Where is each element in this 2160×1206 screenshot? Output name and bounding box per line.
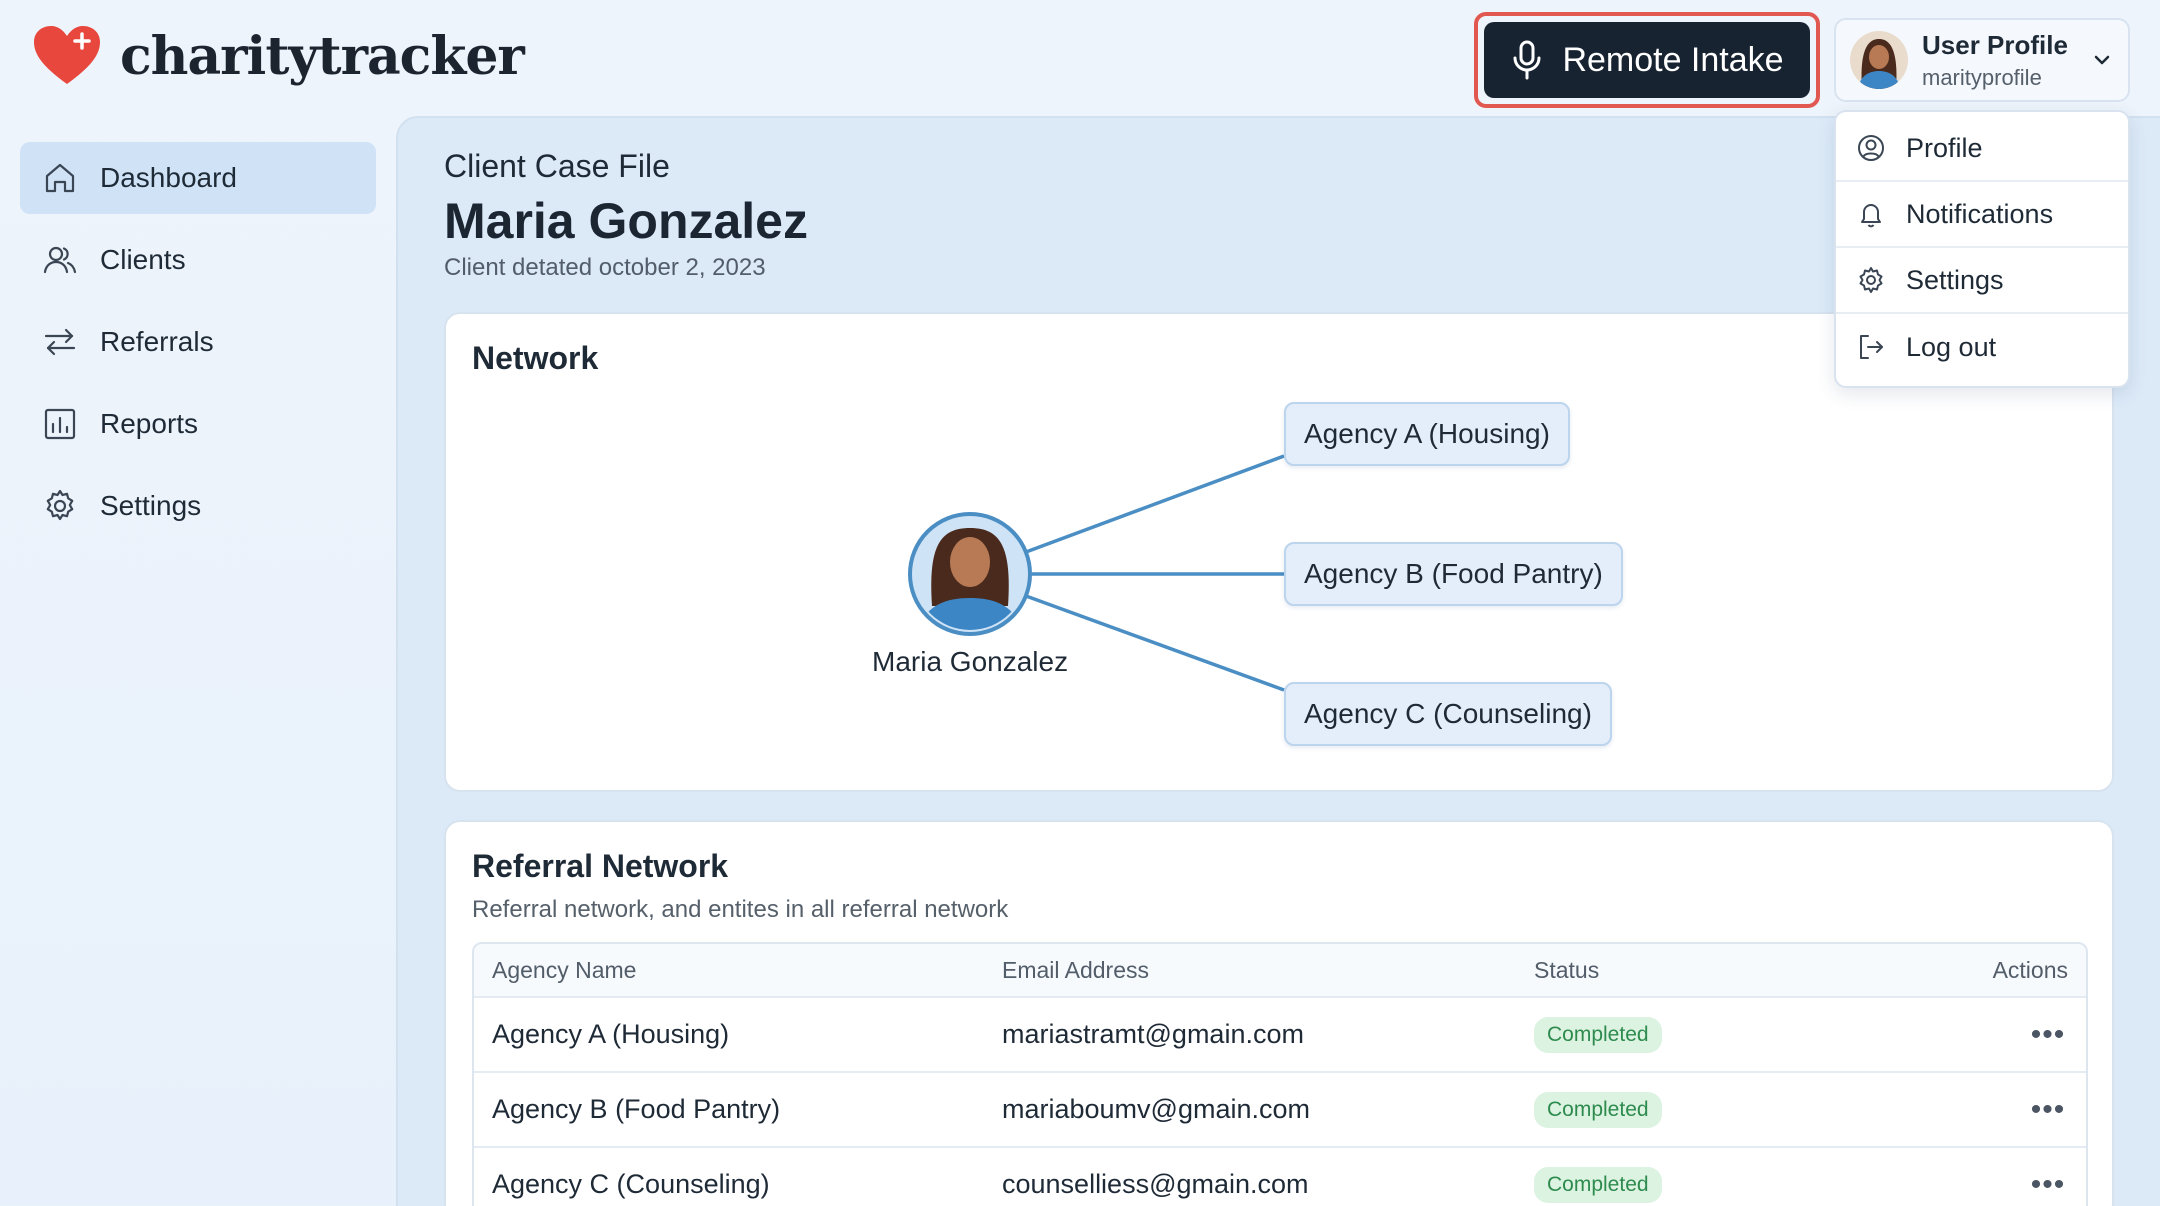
sidebar-item-label: Settings xyxy=(100,490,202,521)
menu-item-label: Settings xyxy=(1906,264,2004,295)
menu-item-profile[interactable]: Profile xyxy=(1836,116,2128,182)
app-logo[interactable]: charitytracker xyxy=(32,24,525,88)
user-profile-button[interactable]: User Profile marityprofile xyxy=(1834,18,2130,102)
column-header-status[interactable]: Status xyxy=(1534,957,1924,984)
menu-item-label: Notifications xyxy=(1906,198,2054,229)
user-circle-icon xyxy=(1858,135,1884,161)
email-cell: counselliess@gmain.com xyxy=(1002,1169,1309,1199)
agency-cell: Agency C (Counseling) xyxy=(492,1169,770,1199)
sidebar-item-label: Clients xyxy=(100,244,186,275)
avatar xyxy=(1850,31,1908,89)
chevron-down-icon xyxy=(2094,55,2110,65)
table-header: Agency Name Email Address Status Actions xyxy=(474,944,2086,998)
bell-icon xyxy=(1861,204,1881,228)
sidebar-item-label: Reports xyxy=(100,408,199,439)
client-node-label: Maria Gonzalez xyxy=(872,646,1069,677)
email-cell: mariabоumv@gmain.com xyxy=(1002,1094,1311,1124)
referral-subtitle: Referral network, and entites in all ref… xyxy=(472,896,1009,923)
more-actions-icon[interactable]: ••• xyxy=(2028,1168,2068,1202)
remote-intake-label: Remote Intake xyxy=(1562,40,1784,79)
sidebar-item-reports[interactable]: Reports xyxy=(20,388,376,460)
home-icon xyxy=(45,163,75,193)
referral-title: Referral Network xyxy=(472,848,729,884)
menu-item-label: Log out xyxy=(1906,331,1997,362)
profile-handle: marityprofile xyxy=(1922,64,2042,90)
sidebar-item-dashboard[interactable]: Dashboard xyxy=(20,142,376,214)
agency-node-c[interactable]: Agency C (Counseling) xyxy=(1284,682,1612,746)
email-cell: mariastramt@gmain.com xyxy=(1002,1019,1304,1049)
remote-intake-button[interactable]: Remote Intake xyxy=(1484,22,1810,98)
menu-item-logout[interactable]: Log out xyxy=(1836,314,2128,380)
agency-node-a[interactable]: Agency A (Housing) xyxy=(1284,402,1570,466)
app-name: charitytracker xyxy=(120,25,525,87)
remote-intake-highlight: Remote Intake xyxy=(1474,12,1820,108)
profile-dropdown-menu: Profile Notifications Settings Log out xyxy=(1834,110,2130,388)
client-avatar-node xyxy=(908,512,1032,636)
table-row[interactable]: Agency C (Counseling) counselliess@gmain… xyxy=(474,1148,2086,1206)
sidebar-item-label: Referrals xyxy=(100,326,214,357)
page-title: Maria Gonzalez xyxy=(444,193,808,249)
table-row[interactable]: Agency B (Food Pantry) mariabоumv@gmain.… xyxy=(474,1073,2086,1148)
agency-node-b[interactable]: Agency B (Food Pantry) xyxy=(1284,542,1623,606)
status-badge: Completed xyxy=(1534,1016,1662,1053)
arrows-icon xyxy=(44,328,76,356)
referral-network-card: Referral Network Referral network, and e… xyxy=(444,820,2114,1206)
heart-plus-icon xyxy=(34,26,100,84)
agency-cell: Agency A (Housing) xyxy=(492,1019,730,1049)
more-actions-icon[interactable]: ••• xyxy=(2028,1018,2068,1052)
sidebar-item-settings[interactable]: Settings xyxy=(20,470,376,542)
microphone-icon xyxy=(1513,40,1541,80)
edge-agency-a xyxy=(1025,454,1285,554)
column-header-email[interactable]: Email Address xyxy=(1002,957,1534,984)
profile-name: User Profile xyxy=(1922,29,2068,60)
table-row[interactable]: Agency A (Housing) mariastramt@gmain.com… xyxy=(474,998,2086,1073)
agency-cell: Agency B (Food Pantry) xyxy=(492,1094,781,1124)
case-date: Client detated october 2, 2023 xyxy=(444,254,766,281)
menu-item-label: Profile xyxy=(1906,132,1983,163)
status-badge: Completed xyxy=(1534,1091,1662,1128)
logout-icon xyxy=(1860,335,1883,359)
chart-icon xyxy=(44,408,76,440)
column-header-actions: Actions xyxy=(1992,956,2068,983)
sidebar-item-label: Dashboard xyxy=(100,162,237,193)
menu-item-notifications[interactable]: Notifications xyxy=(1836,182,2128,248)
sidebar-item-referrals[interactable]: Referrals xyxy=(20,306,376,378)
referral-table: Agency Name Email Address Status Actions… xyxy=(472,942,2088,1206)
menu-item-settings[interactable]: Settings xyxy=(1836,248,2128,314)
case-file-label: Client Case File xyxy=(444,148,670,184)
users-icon xyxy=(43,246,77,274)
column-header-agency[interactable]: Agency Name xyxy=(474,957,1002,984)
sidebar: Dashboard Clients Referrals Reports Sett… xyxy=(20,142,376,552)
sidebar-item-clients[interactable]: Clients xyxy=(20,224,376,296)
status-badge: Completed xyxy=(1534,1166,1662,1203)
gear-icon xyxy=(1859,267,1883,293)
gear-icon xyxy=(46,489,74,521)
more-actions-icon[interactable]: ••• xyxy=(2028,1093,2068,1127)
